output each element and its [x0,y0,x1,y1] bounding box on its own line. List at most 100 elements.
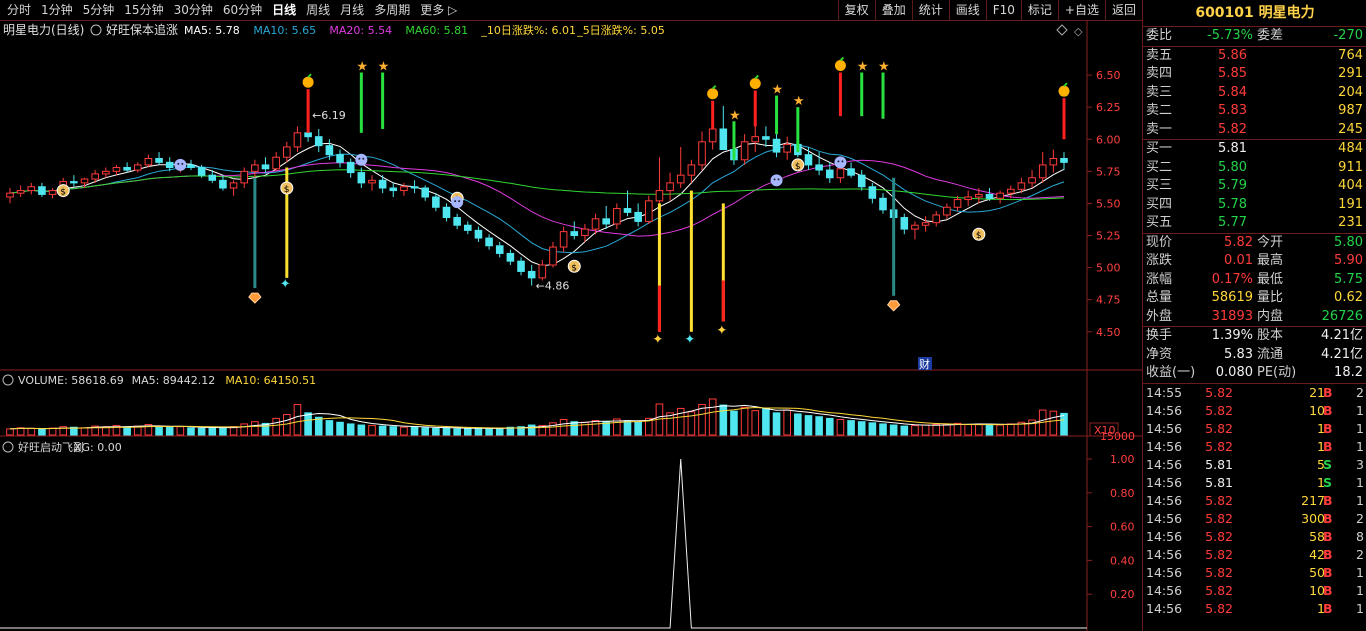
ask-row[interactable]: 卖四 5.85 291 [1143,65,1366,84]
ask-price: 5.82 [1218,121,1247,137]
tick-side: S [1323,474,1333,490]
period-tab[interactable]: 周线 [301,2,335,18]
xg-tick: 0.60 [1110,521,1135,534]
tool-button[interactable]: 标记 [1020,0,1058,20]
volume-bar [1006,423,1015,436]
ask-volume: 987 [1338,103,1363,118]
period-tab[interactable]: 分时 [2,2,36,18]
tick-price: 5.82 [1205,492,1233,508]
svg-text:$: $ [795,162,801,172]
ask-label: 卖五 [1146,47,1173,63]
bid-row[interactable]: 买三 5.79 404 [1143,177,1366,196]
volume-bar [336,421,344,436]
tool-button[interactable]: 统计 [911,0,949,20]
volume-bar [634,421,642,436]
ask-row[interactable]: 卖五 5.86 764 [1143,47,1366,66]
stat-value: 0.17% [1211,271,1253,287]
chart-area[interactable]: 明星电力(日线) 好旺保本追涨 MA5: 5.78 MA10: 5.65 MA20: 5… [0,21,1142,631]
volume-legend-item: MA5: 89442.12 [132,374,216,387]
period-tab[interactable]: 1分钟 [36,2,78,18]
ask-row[interactable]: 卖三 5.84 204 [1143,84,1366,103]
tool-button[interactable]: 画线 [948,0,986,20]
volume-bar [485,428,493,436]
period-tab[interactable]: 日线 [267,2,301,18]
volume-bar [314,416,323,436]
volume-bar [293,404,302,436]
fundamental-row: 净资 5.83 流通 4.21亿 [1143,346,1366,365]
tool-button[interactable]: +自选 [1057,0,1105,20]
stat-row: 涨幅 0.17% 最低 5.75 [1143,271,1366,290]
tick-count: 1 [1356,564,1364,580]
bid-row[interactable]: 买二 5.80 911 [1143,159,1366,178]
tick-side: B [1323,600,1333,616]
tick-row: 14:55 5.82 21 B 2 [1143,384,1366,402]
volume-bar [825,417,834,436]
signal-bar [753,90,757,127]
tool-button[interactable]: 返回 [1104,0,1142,20]
tick-time: 14:56 [1146,546,1183,562]
bid-row[interactable]: 买五 5.77 231 [1143,214,1366,233]
tick-count: 2 [1356,510,1364,526]
signal-bar [1062,98,1066,140]
volume-bar [474,427,483,436]
ask-row[interactable]: 卖二 5.83 987 [1143,102,1366,121]
signal-bar [775,95,779,135]
volume-bar [251,421,259,436]
tick-row: 14:56 5.81 5 S 3 [1143,456,1366,474]
volume-bar [240,423,249,436]
xg-tick: 0.20 [1110,588,1135,601]
tick-row: 14:56 5.82 50 B 1 [1143,564,1366,582]
volume-bar [389,426,398,436]
signal-bar [657,285,661,332]
legend-item: _10日涨跌%: 6.01 [480,23,576,37]
tick-price: 5.81 [1205,456,1233,472]
volume-bar [38,428,46,436]
signal-bar [689,190,693,332]
tool-button[interactable]: 复权 [837,0,875,20]
bid-row[interactable]: 买四 5.78 191 [1143,196,1366,215]
fundamental-value: 4.21亿 [1321,346,1363,362]
fundamentals-block: 换手 1.39% 股本 4.21亿 净资 5.83 流通 4.21亿 收益(一) 0.080 PE(… [1143,327,1366,384]
period-tab[interactable]: 60分钟 [218,2,267,18]
volume-bar [985,423,994,436]
runner-icon: ★ [878,60,890,75]
signal-bar [732,121,736,160]
period-tab[interactable]: 多周期 [369,2,415,18]
stat-label: 内盘 [1257,308,1284,324]
xg-tick: 0.40 [1110,554,1135,567]
period-tab[interactable]: 30分钟 [169,2,218,18]
stat-value: 5.75 [1334,271,1363,287]
fundamental-value: 18.2 [1334,365,1363,380]
tick-count: 1 [1356,600,1364,616]
weibi-value: -5.73% [1207,28,1253,43]
fundamental-label: 净资 [1146,346,1173,362]
svg-text:$: $ [60,188,66,198]
period-tab[interactable]: 月线 [335,2,369,18]
period-tab[interactable]: 更多 ▷ [415,2,462,18]
period-tab[interactable]: 15分钟 [119,2,168,18]
legend-item: MA5: 5.78 [184,24,240,37]
close-icon[interactable]: ◇ [1074,25,1083,38]
tick-time: 14:55 [1146,384,1183,400]
tick-count: 1 [1356,582,1364,598]
stock-header[interactable]: 600101 明星电力 [1143,0,1366,27]
volume-bar [421,427,430,436]
volume-bar [943,423,951,436]
ask-row[interactable]: 卖一 5.82 245 [1143,121,1366,140]
tool-button[interactable]: 叠加 [874,0,912,20]
stat-value: 31893 [1211,308,1253,324]
xg-tick: 1.00 [1110,453,1135,466]
runner-icon: ★ [378,60,390,75]
tool-button[interactable]: F10 [985,0,1021,20]
tick-list[interactable]: 14:55 5.82 21 B 2 14:56 5.82 10 B 1 14:56 5.82 1 B 1 14… [1143,384,1366,618]
period-tab[interactable]: 5分钟 [78,2,120,18]
volume-bar [410,426,419,436]
stat-label: 涨跌 [1146,253,1173,268]
ask-price: 5.86 [1218,47,1247,63]
indicator-name[interactable]: 好旺保本追涨 [106,22,178,37]
bid-row[interactable]: 买一 5.81 484 [1143,140,1366,159]
bid-label: 买四 [1146,196,1173,212]
volume-bar [964,423,972,436]
volume-bar [27,427,36,436]
fruit-icon [834,60,846,72]
